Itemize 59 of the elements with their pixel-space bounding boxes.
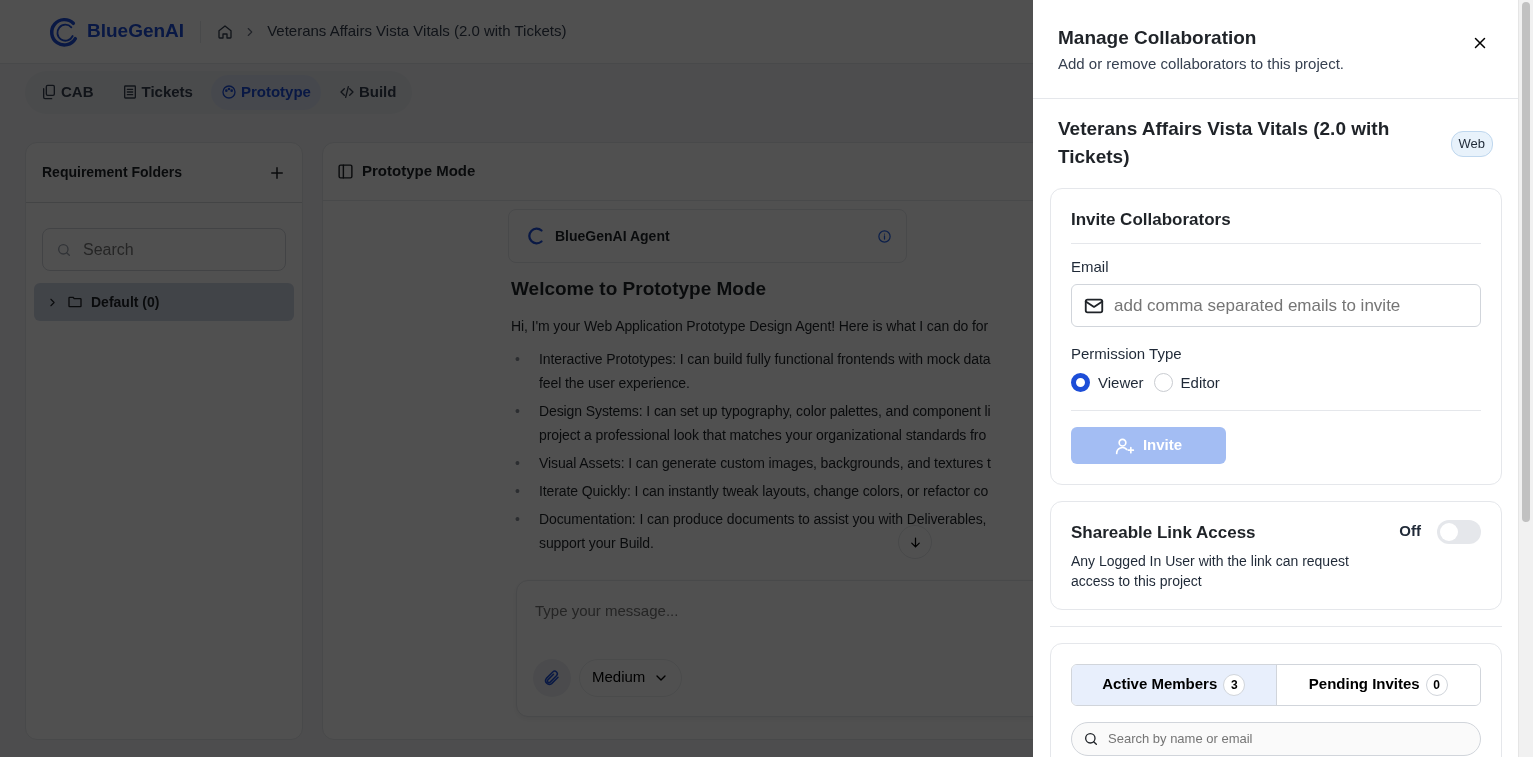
- count-badge: 0: [1425, 673, 1448, 696]
- platform-tag: Web: [1450, 131, 1493, 157]
- list-icon: [121, 84, 138, 101]
- home-icon[interactable]: [217, 23, 234, 40]
- breadcrumb-title: Veterans Affairs Vista Vitals (2.0 with Tickets): [267, 21, 567, 42]
- bullet-text-line: Iterate Quickly: I can instantly tweak layouts, change colors, or refactor co: [539, 481, 989, 501]
- bullet-marker: •: [514, 481, 521, 501]
- nav-tab[interactable]: Build: [328, 75, 407, 110]
- folder-icon: [67, 294, 83, 310]
- bullet-text-line: Interactive Prototypes: I can build fully functional frontends with mock data: [539, 349, 991, 369]
- info-icon[interactable]: [877, 228, 892, 244]
- field-label: Email: [1071, 256, 1110, 277]
- email-field[interactable]: add comma separated emails to invite: [1071, 284, 1481, 327]
- drawer-subtitle: Add or remove collaborators to this project.: [1058, 54, 1344, 74]
- field-label: Permission Type: [1071, 344, 1183, 364]
- attach-button[interactable]: [533, 658, 571, 697]
- radio-label: Viewer: [1098, 372, 1144, 393]
- section-title: Invite Collaborators: [1071, 189, 1481, 244]
- bullet-marker: •: [514, 453, 521, 473]
- radio-button[interactable]: [1071, 373, 1090, 393]
- bullet-text-line: Documentation: I can produce documents to assist you with Deliverables,: [539, 509, 987, 529]
- folder-row[interactable]: Default (0): [34, 283, 294, 321]
- welcome-heading: Welcome to Prototype Mode: [511, 277, 768, 301]
- project-name: Veterans Affairs Vista Vitals (2.0 with Tickets): [1058, 117, 1391, 169]
- nav-tab[interactable]: CAB: [31, 75, 104, 110]
- radio-label: Editor: [1180, 372, 1220, 393]
- effort-dropdown[interactable]: Medium: [579, 658, 683, 697]
- bullet-text-line: support your Build.: [539, 533, 654, 553]
- paperclip-icon: [543, 668, 561, 687]
- bullet-marker: •: [514, 349, 521, 369]
- palette-icon: [220, 84, 237, 101]
- toggle-state: Off: [1399, 521, 1421, 541]
- code-icon: [338, 84, 355, 101]
- logo-ring-icon: [48, 15, 80, 48]
- members-tab[interactable]: Active Members 3: [1072, 664, 1276, 705]
- panel-title: Prototype Mode: [362, 161, 476, 182]
- member-search-field[interactable]: Search by name or email: [1071, 721, 1481, 756]
- sidebar-title: Requirement Folders: [42, 163, 183, 182]
- scroll-down-button[interactable]: [898, 525, 932, 559]
- panel-toggle-icon[interactable]: [337, 163, 354, 180]
- brand-name: BlueGenAI: [87, 19, 185, 44]
- bullet-marker: •: [514, 509, 521, 529]
- count-badge: 3: [1223, 673, 1246, 696]
- members-tab[interactable]: Pending Invites 0: [1275, 664, 1480, 705]
- agent-name: BlueGenAI Agent: [555, 226, 671, 246]
- toggle-switch[interactable]: [1437, 520, 1481, 544]
- scrollbar-thumb[interactable]: [1522, 2, 1530, 522]
- nav-tab[interactable]: Tickets: [111, 75, 203, 110]
- nav-tab[interactable]: Prototype: [210, 75, 321, 110]
- drawer-title: Manage Collaboration: [1058, 26, 1258, 50]
- files-icon: [41, 84, 57, 101]
- bullet-text-line: project a professional look that matches your organizational standards fro: [539, 425, 987, 445]
- search-icon: [56, 241, 72, 258]
- bullet-marker: •: [514, 401, 521, 421]
- section-title: Shareable Link Access: [1071, 522, 1257, 544]
- search-icon: [1083, 730, 1099, 747]
- intro-text: Hi, I'm your Web Application Prototype Design Agent! Here is what I can do for: [511, 316, 990, 336]
- bullet-text-line: Visual Assets: I can generate custom images, backgrounds, and textures t: [539, 453, 991, 473]
- bullet-text-line: feel the user experience.: [539, 373, 690, 393]
